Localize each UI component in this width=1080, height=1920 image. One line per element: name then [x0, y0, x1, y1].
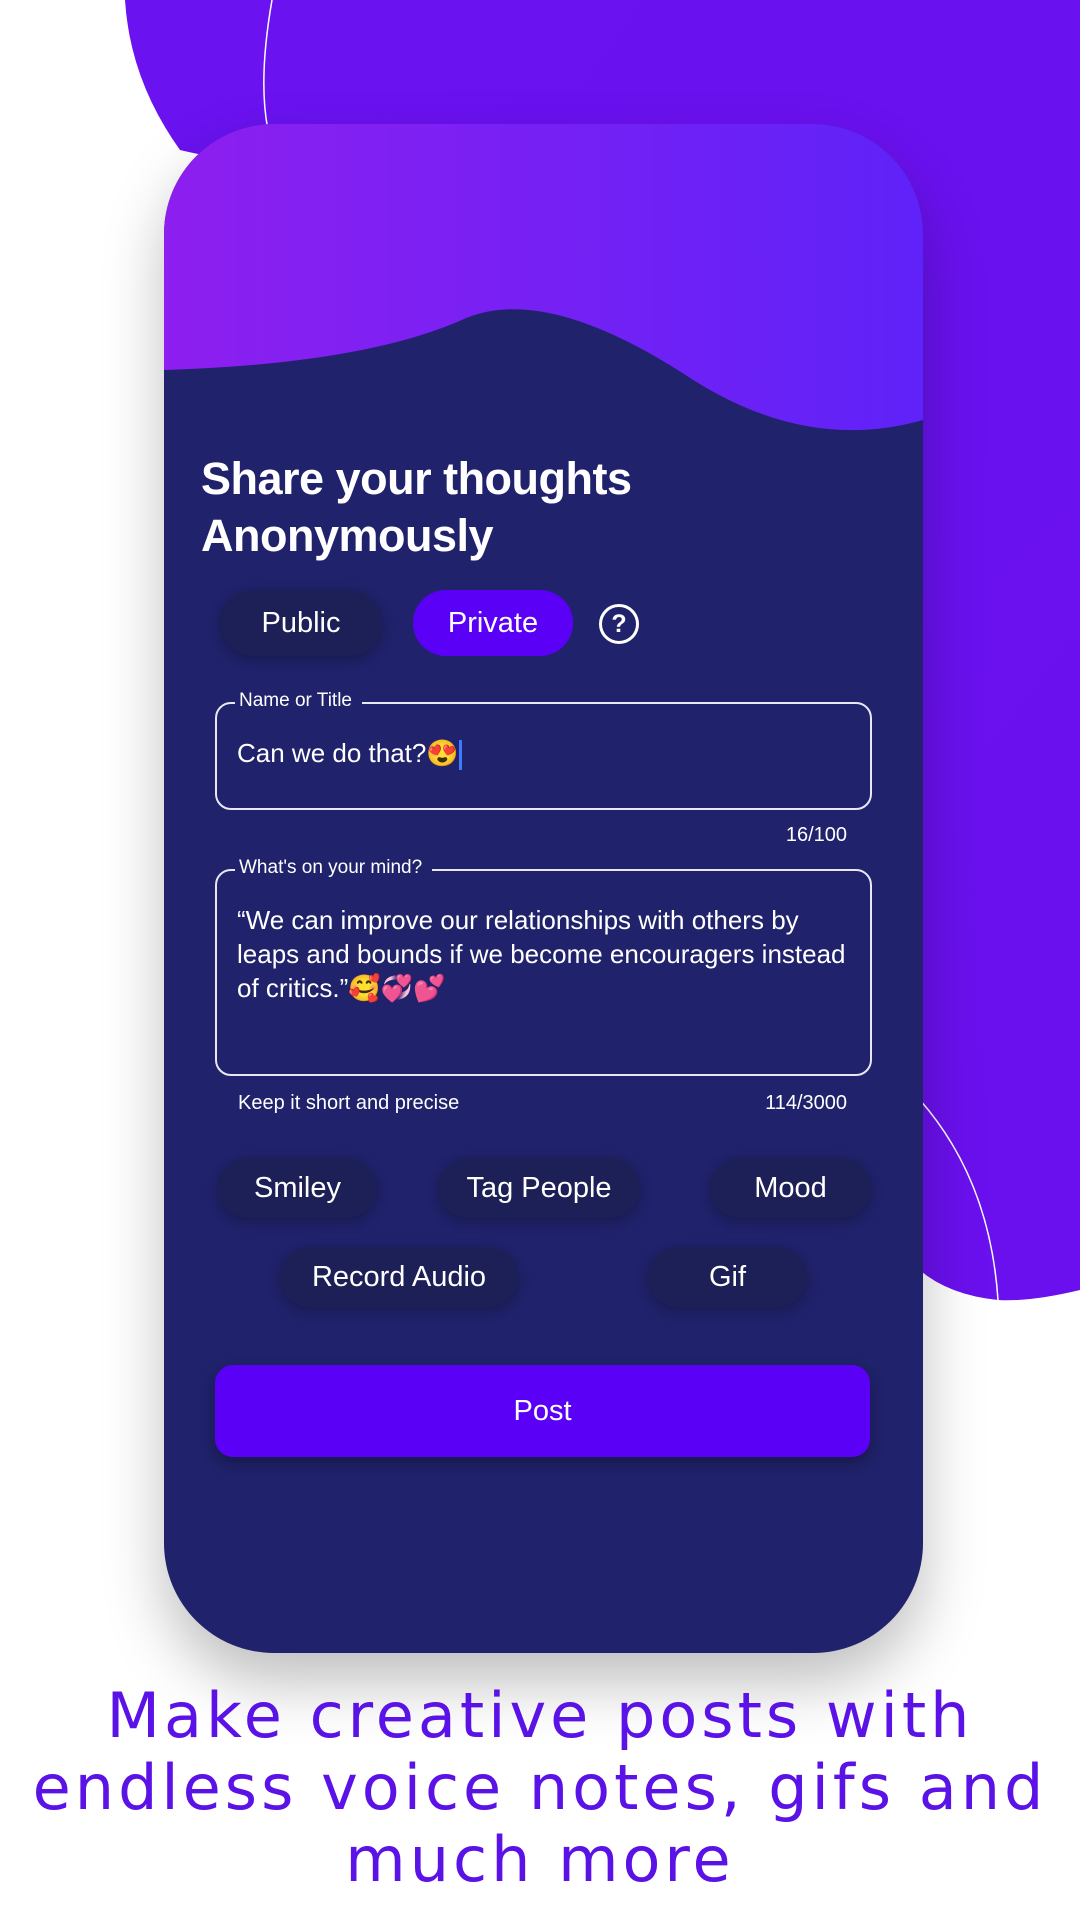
mood-chip[interactable]: Mood	[710, 1158, 871, 1218]
record-audio-chip[interactable]: Record Audio	[280, 1247, 518, 1307]
promo-tagline: Make creative posts with endless voice n…	[32, 1679, 1048, 1896]
name-counter: 16/100	[785, 824, 847, 846]
tag-people-chip[interactable]: Tag People	[438, 1158, 640, 1218]
title-line-2: Anonymously	[201, 510, 494, 561]
text-cursor	[458, 740, 462, 771]
private-toggle[interactable]: Private	[413, 590, 573, 656]
title-line-1: Share your thoughts	[201, 453, 632, 504]
post-button[interactable]: Post	[215, 1365, 870, 1457]
name-or-title-field[interactable]: Name or Title Can we do that?😍	[215, 690, 872, 810]
mind-helper-text: Keep it short and precise	[238, 1092, 460, 1114]
whats-on-your-mind-field[interactable]: What's on your mind? “We can improve our…	[215, 857, 872, 1076]
mind-field-label: What's on your mind?	[235, 857, 433, 879]
public-toggle[interactable]: Public	[220, 590, 382, 656]
mind-field-value: “We can improve our relationships with o…	[237, 905, 846, 1003]
mind-counter: 114/3000	[765, 1092, 847, 1114]
smiley-chip[interactable]: Smiley	[218, 1158, 377, 1218]
phone-mockup: Share your thoughts Anonymously Public P…	[164, 124, 923, 1653]
name-field-value: Can we do that?😍	[237, 738, 459, 768]
gif-chip[interactable]: Gif	[648, 1247, 807, 1307]
name-field-label: Name or Title	[235, 690, 362, 712]
page-title: Share your thoughts Anonymously	[201, 450, 632, 564]
header-wave	[164, 124, 923, 431]
question-circle-icon[interactable]: ?	[599, 604, 639, 644]
